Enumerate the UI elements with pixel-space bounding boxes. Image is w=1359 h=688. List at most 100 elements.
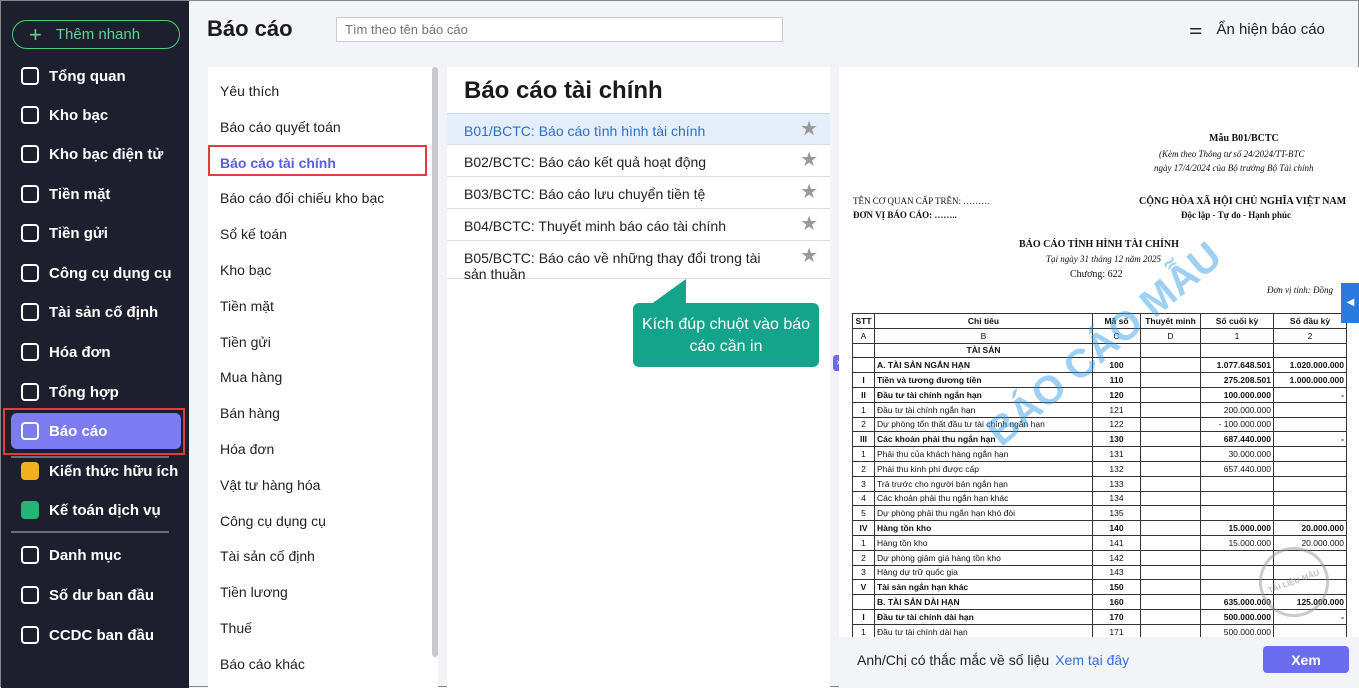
category-item[interactable]: Báo cáo đối chiếu kho bạc — [220, 190, 384, 206]
table-cell: Số đầu kỳ — [1273, 313, 1347, 329]
sidebar-item[interactable]: Công cụ dụng cụ — [11, 255, 181, 291]
summary-icon — [21, 383, 39, 401]
sidebar-item[interactable]: Tổng hợp — [11, 374, 181, 410]
report-row[interactable]: B03/BCTC: Báo cáo lưu chuyển tiền tệ ★ — [447, 177, 830, 209]
initial-tools-icon — [21, 626, 39, 644]
category-item[interactable]: Tài sản cố định — [220, 548, 315, 564]
category-item[interactable]: Công cụ dụng cụ — [220, 513, 326, 529]
table-cell: 120 — [1092, 386, 1141, 403]
table-cell: Dự phòng giảm giá hàng tồn kho — [874, 549, 1093, 566]
table-cell: Số cuối kỳ — [1200, 313, 1274, 329]
table-cell: STT — [852, 313, 875, 329]
table-cell: Chỉ tiêu — [874, 313, 1093, 329]
sidebar-item-label: Kho bạc — [49, 106, 109, 124]
sidebar-item[interactable]: CCDC ban đầu — [11, 617, 181, 653]
cash-icon — [21, 185, 39, 203]
favorite-star-icon[interactable]: ★ — [800, 182, 818, 202]
table-cell: Tài sản ngắn hạn khác — [874, 579, 1093, 596]
table-row: III Các khoản phải thu ngắn hạn 130 687.440… — [852, 431, 1347, 448]
category-item[interactable]: Báo cáo quyết toán — [220, 119, 341, 135]
table-cell — [1140, 594, 1201, 610]
category-item[interactable]: Thuế — [220, 620, 252, 636]
table-cell: I — [852, 608, 875, 625]
view-button[interactable]: Xem — [1263, 646, 1349, 673]
table-cell: 2 — [1273, 327, 1347, 344]
table-cell: 1 — [852, 623, 875, 637]
table-cell: 133 — [1092, 475, 1141, 492]
report-name: B03/BCTC: Báo cáo lưu chuyển tiền tệ — [464, 186, 706, 202]
category-item[interactable]: Kho bạc — [220, 262, 271, 278]
report-row[interactable]: B02/BCTC: Báo cáo kết quả hoạt động ★ — [447, 145, 830, 177]
table-row: II Đầu tư tài chính ngắn hạn 120 100.000.00… — [852, 386, 1347, 403]
sidebar-item-label: Kiến thức hữu ích — [49, 462, 179, 480]
category-item[interactable]: Tiền lương — [220, 584, 288, 600]
category-item[interactable]: Bán hàng — [220, 405, 280, 421]
table-cell — [1140, 564, 1201, 581]
report-row[interactable]: B01/BCTC: Báo cáo tình hình tài chính ★ — [447, 113, 830, 145]
table-cell — [1200, 490, 1274, 507]
search-input[interactable] — [336, 17, 783, 42]
table-cell — [1200, 505, 1274, 522]
scrollbar[interactable] — [432, 67, 438, 657]
table-cell — [852, 342, 875, 359]
report-name: B01/BCTC: Báo cáo tình hình tài chính — [464, 123, 706, 139]
category-item[interactable]: Mua hàng — [220, 369, 282, 385]
report-row[interactable]: B05/BCTC: Báo cáo về những thay đổi tron… — [447, 241, 830, 282]
side-panel-tab[interactable]: ◀ — [1341, 283, 1359, 323]
sidebar-item[interactable]: Hóa đơn — [11, 334, 181, 370]
table-row: 1 Đầu tư tài chính dài hạn 171 500.000.000 — [852, 623, 1347, 637]
sidebar-item-label: Tiền gửi — [49, 224, 108, 242]
table-cell — [1273, 460, 1347, 477]
sidebar-item[interactable]: Kiến thức hữu ích — [11, 453, 181, 489]
table-cell — [1140, 534, 1201, 551]
sidebar-item-label: Tổng quan — [49, 67, 126, 85]
sidebar-item[interactable]: Tiền mặt — [11, 176, 181, 212]
table-cell — [1140, 386, 1201, 403]
sidebar-item[interactable]: Tài sản cố định — [11, 294, 181, 330]
quick-add-button[interactable]: + Thêm nhanh — [12, 20, 180, 49]
favorite-star-icon[interactable]: ★ — [800, 246, 818, 266]
tools-icon — [21, 264, 39, 282]
table-row: IV Hàng tồn kho 140 15.000.000 20.000.000 — [852, 520, 1347, 536]
sidebar-item[interactable]: Kho bạc — [11, 97, 181, 133]
category-item[interactable]: Tiền mặt — [220, 298, 274, 314]
table-cell: 3 — [852, 564, 875, 581]
table-cell: 15.000.000 — [1200, 520, 1274, 536]
sidebar-item[interactable]: Tổng quan — [11, 58, 181, 94]
report-row[interactable]: B04/BCTC: Thuyết minh báo cáo tài chính ★ — [447, 209, 830, 241]
favorite-star-icon[interactable]: ★ — [800, 214, 818, 234]
sidebar-item[interactable]: Danh mục — [11, 537, 181, 573]
table-cell: Phải thu của khách hàng ngắn hạn — [874, 446, 1093, 462]
table-cell: II — [852, 386, 875, 403]
sidebar-item[interactable]: Kế toán dịch vụ — [11, 492, 181, 528]
category-item[interactable]: Báo cáo khác — [220, 656, 305, 672]
table-cell — [1140, 357, 1201, 374]
sidebar-item[interactable]: Kho bạc điện tử — [11, 136, 181, 172]
plus-icon: + — [29, 21, 42, 47]
table-cell: A — [852, 327, 875, 344]
table-cell: 121 — [1092, 401, 1141, 418]
category-item[interactable]: Yêu thích — [220, 83, 279, 99]
category-item[interactable]: Sổ kế toán — [220, 226, 287, 242]
table-row: 4 Các khoản phải thu ngắn hạn khác 134 — [852, 490, 1347, 507]
view-here-link[interactable]: Xem tại đây — [1055, 652, 1129, 668]
table-cell: 3 — [852, 475, 875, 492]
table-cell: Dự phòng phải thu ngắn hạn khó đòi — [874, 505, 1093, 522]
toggle-reports-button[interactable]: ⚌ Ẩn hiện báo cáo — [1189, 20, 1325, 39]
table-cell: Hàng tồn kho — [874, 520, 1093, 536]
sidebar-item[interactable]: Số dư ban đầu — [11, 577, 181, 613]
category-item[interactable]: Hóa đơn — [220, 441, 274, 457]
sidebar-item[interactable]: Tiền gửi — [11, 215, 181, 251]
table-cell: 500.000.000 — [1200, 623, 1274, 637]
favorite-star-icon[interactable]: ★ — [800, 150, 818, 170]
highlight-box — [208, 145, 427, 176]
category-item[interactable]: Tiền gửi — [220, 334, 271, 350]
favorite-star-icon[interactable]: ★ — [800, 119, 818, 139]
page-title: Báo cáo — [207, 16, 293, 41]
chapter: Chương: 622 — [1070, 269, 1123, 280]
category-item[interactable]: Vật tư hàng hóa — [220, 477, 320, 493]
knowledge-icon — [21, 462, 39, 480]
table-cell: 657.440.000 — [1200, 460, 1274, 477]
table-cell: Đầu tư tài chính dài hạn — [874, 608, 1093, 625]
table-cell: 4 — [852, 490, 875, 507]
